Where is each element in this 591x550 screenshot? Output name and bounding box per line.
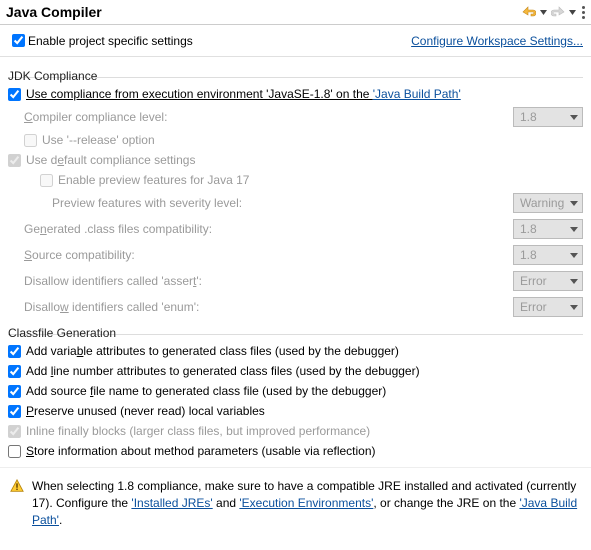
chevron-down-icon (570, 253, 578, 258)
source-compat-label: Source compatibility: (8, 248, 513, 262)
disallow-enum-combo[interactable]: Error (513, 297, 583, 317)
use-release-label: Use '--release' option (42, 133, 155, 147)
configure-workspace-link[interactable]: Configure Workspace Settings... (411, 34, 583, 48)
use-default-compliance-checkbox[interactable] (8, 154, 21, 167)
preserve-unused-label: Preserve unused (never read) local varia… (26, 404, 265, 418)
warning-text: When selecting 1.8 compliance, make sure… (32, 478, 579, 528)
store-method-params-label: Store information about method parameter… (26, 444, 376, 458)
use-release-checkbox[interactable] (24, 134, 37, 147)
source-compat-combo[interactable]: 1.8 (513, 245, 583, 265)
generated-class-combo[interactable]: 1.8 (513, 219, 583, 239)
enable-project-specific-checkbox[interactable] (12, 34, 25, 47)
chevron-down-icon (570, 305, 578, 310)
preview-severity-label: Preview features with severity level: (8, 196, 513, 210)
generated-class-label: Generated .class files compatibility: (8, 222, 513, 236)
nav-back-button[interactable] (522, 6, 536, 18)
compiler-level-label: Compiler compliance level: (8, 110, 513, 124)
classfile-generation-group: Classfile Generation Add variable attrib… (8, 326, 583, 461)
add-source-file-checkbox[interactable] (8, 385, 21, 398)
nav-forward-dropdown[interactable] (569, 6, 576, 18)
add-line-num-checkbox[interactable] (8, 365, 21, 378)
java-build-path-link[interactable]: 'Java Build Path' (373, 87, 461, 101)
chevron-down-icon (570, 227, 578, 232)
disallow-assert-combo[interactable]: Error (513, 271, 583, 291)
preview-severity-combo[interactable]: Warning (513, 193, 583, 213)
page-menu-button[interactable] (582, 5, 585, 19)
chevron-down-icon (570, 279, 578, 284)
chevron-down-icon (570, 115, 578, 120)
use-execution-env-checkbox[interactable] (8, 88, 21, 101)
compiler-level-row: Compiler compliance level: 1.8 (8, 104, 583, 130)
preview-severity-row: Preview features with severity level: Wa… (8, 190, 583, 216)
chevron-down-icon (570, 201, 578, 206)
warning-icon (10, 479, 24, 493)
execution-environments-link[interactable]: 'Execution Environments' (239, 496, 373, 510)
jdk-compliance-group: JDK Compliance Use compliance from execu… (8, 69, 583, 320)
nav-forward-button[interactable] (551, 6, 565, 18)
source-compat-row: Source compatibility: 1.8 (8, 242, 583, 268)
add-line-num-label: Add line number attributes to generated … (26, 364, 420, 378)
nav-back-dropdown[interactable] (540, 6, 547, 18)
enable-preview-checkbox[interactable] (40, 174, 53, 187)
store-method-params-checkbox[interactable] (8, 445, 21, 458)
page-title: Java Compiler (6, 4, 518, 20)
preserve-unused-checkbox[interactable] (8, 405, 21, 418)
add-source-file-label: Add source file name to generated class … (26, 384, 386, 398)
add-var-attr-checkbox[interactable] (8, 345, 21, 358)
installed-jres-link[interactable]: 'Installed JREs' (131, 496, 212, 510)
compliance-warning: When selecting 1.8 compliance, make sure… (0, 467, 591, 538)
disallow-enum-row: Disallow identifiers called 'enum': Erro… (8, 294, 583, 320)
add-var-attr-label: Add variable attributes to generated cla… (26, 344, 399, 358)
disallow-assert-row: Disallow identifiers called 'assert': Er… (8, 268, 583, 294)
inline-finally-label: Inline finally blocks (larger class file… (26, 424, 370, 438)
generated-class-row: Generated .class files compatibility: 1.… (8, 216, 583, 242)
use-default-compliance-label: Use default compliance settings (26, 153, 195, 167)
page-header: Java Compiler (0, 0, 591, 25)
disallow-enum-label: Disallow identifiers called 'enum': (8, 300, 513, 314)
enable-preview-label: Enable preview features for Java 17 (58, 173, 249, 187)
enable-project-specific-label: Enable project specific settings (28, 34, 193, 48)
top-row: Enable project specific settings Configu… (0, 25, 591, 57)
disallow-assert-label: Disallow identifiers called 'assert': (8, 274, 513, 288)
use-execution-env-label: Use compliance from execution environmen… (26, 87, 461, 101)
inline-finally-checkbox[interactable] (8, 425, 21, 438)
compiler-level-combo[interactable]: 1.8 (513, 107, 583, 127)
